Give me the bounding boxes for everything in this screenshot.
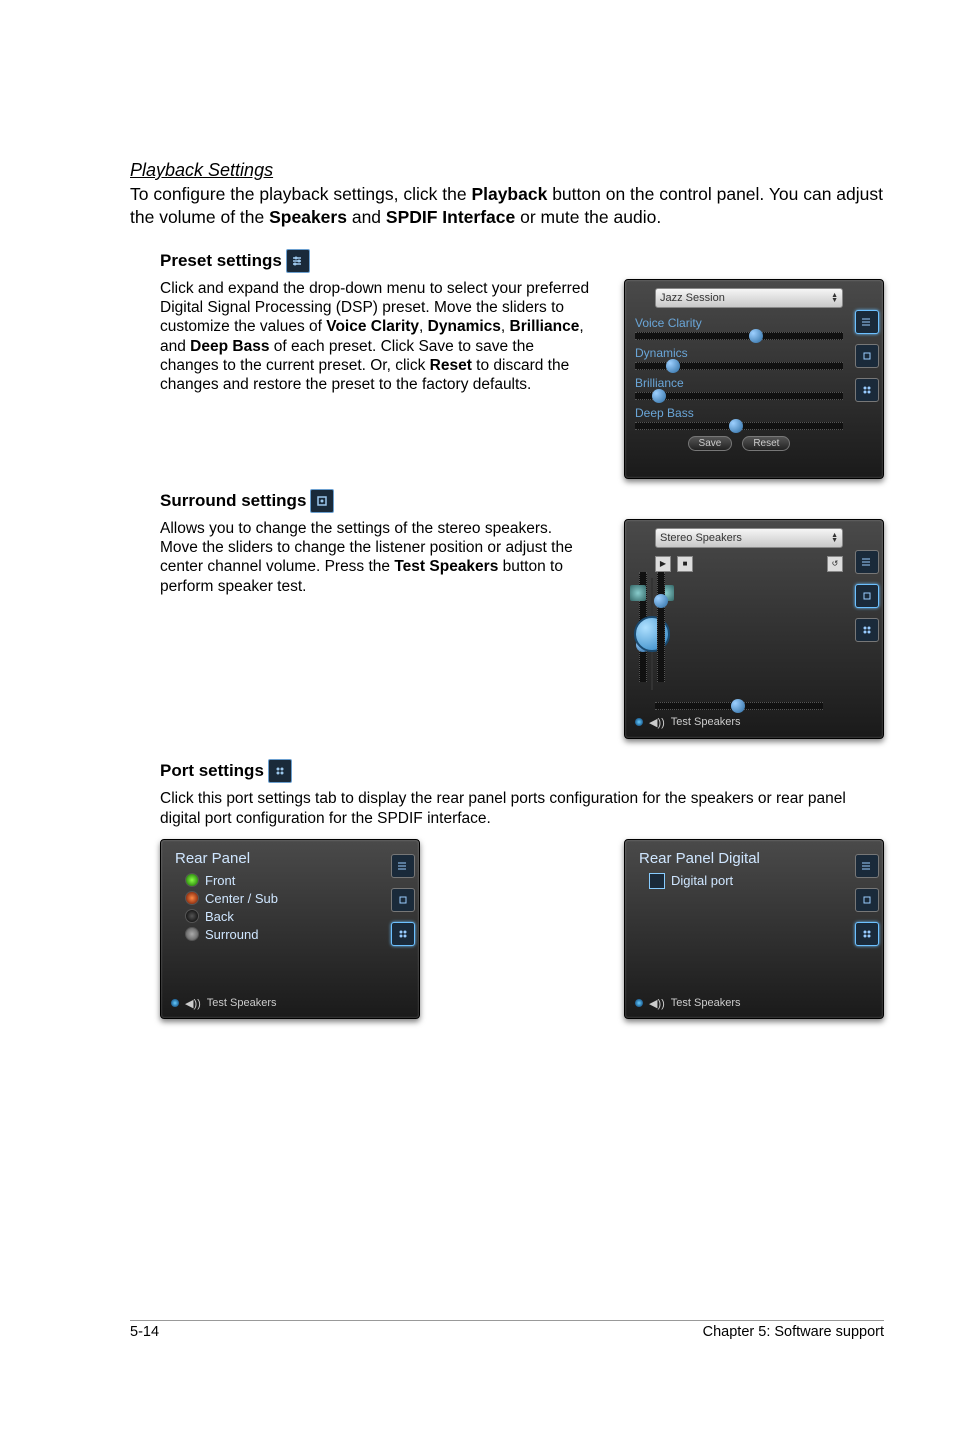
slider-voice[interactable]: [635, 332, 843, 340]
test-speakers-button[interactable]: Test Speakers: [207, 997, 277, 1009]
jack-grey-icon: [185, 927, 199, 941]
port-icon: [268, 759, 292, 783]
tab-preset-icon[interactable]: [855, 310, 879, 334]
jack-orange-icon: [185, 891, 199, 905]
preset-body: Click and expand the drop-down menu to s…: [160, 279, 594, 395]
port-item-center[interactable]: Center / Sub: [185, 891, 379, 906]
slider-bass[interactable]: [635, 422, 843, 430]
jack-green-icon: [185, 873, 199, 887]
intro-text: To configure the playback settings, clic…: [130, 184, 471, 204]
port-item-digital[interactable]: Digital port: [649, 873, 843, 889]
speaker-fr-icon: [630, 585, 646, 601]
dropdown-spinner-icon[interactable]: ▲▼: [831, 533, 838, 543]
jack-black-icon: [185, 909, 199, 923]
tab-preset-icon[interactable]: [391, 854, 415, 878]
rear-panel-digital: Rear Panel Digital Digital port ◀)) Test…: [624, 839, 884, 1019]
speaker-sound-icon: ◀)): [649, 997, 665, 1010]
page-footer: 5-14 Chapter 5: Software support: [130, 1320, 884, 1340]
save-button[interactable]: Save: [688, 436, 733, 451]
surround-bold: Test Speakers: [394, 558, 498, 575]
surround-panel: Stereo Speakers ▲▼ ▶ ■ ↺: [624, 519, 884, 739]
center-volume-slider[interactable]: [655, 702, 823, 710]
test-speakers-button[interactable]: Test Speakers: [671, 997, 741, 1009]
slider-label-dynamics: Dynamics: [635, 346, 843, 360]
stop-button[interactable]: ■: [677, 556, 693, 572]
play-button[interactable]: ▶: [655, 556, 671, 572]
tab-port-icon[interactable]: [855, 378, 879, 402]
tab-preset-icon[interactable]: [855, 854, 879, 878]
reset-button[interactable]: Reset: [742, 436, 790, 451]
status-led-icon: [635, 999, 643, 1007]
preset-bold: Dynamics: [428, 318, 501, 335]
port-item-surround[interactable]: Surround: [185, 927, 379, 942]
status-led-icon: [171, 999, 179, 1007]
port-item-back[interactable]: Back: [185, 909, 379, 924]
preset-heading: Preset settings: [160, 249, 884, 273]
preset-icon: [286, 249, 310, 273]
port-item-label: Center / Sub: [205, 891, 278, 906]
port-item-front[interactable]: Front: [185, 873, 379, 888]
page-number: 5-14: [130, 1324, 159, 1340]
slider-dynamics[interactable]: [635, 362, 843, 370]
loop-button[interactable]: ↺: [827, 556, 843, 572]
tab-surround-icon[interactable]: [855, 344, 879, 368]
tab-surround-icon[interactable]: [855, 888, 879, 912]
tab-preset-icon[interactable]: [855, 550, 879, 574]
preset-dropdown[interactable]: Jazz Session ▲▼: [655, 288, 843, 308]
port-item-label: Back: [205, 909, 234, 924]
intro-text: or mute the audio.: [515, 207, 661, 227]
preset-text: ,: [501, 318, 510, 335]
digital-port-icon: [649, 873, 665, 889]
tab-surround-icon[interactable]: [855, 584, 879, 608]
port-item-label: Front: [205, 873, 235, 888]
intro-paragraph: To configure the playback settings, clic…: [130, 183, 884, 229]
surround-heading: Surround settings: [160, 489, 884, 513]
tab-port-icon[interactable]: [855, 618, 879, 642]
tab-port-icon[interactable]: [391, 922, 415, 946]
speaker-sound-icon: ◀)): [185, 997, 201, 1010]
test-speakers-button[interactable]: Test Speakers: [671, 716, 741, 728]
preset-bold: Voice Clarity: [326, 318, 419, 335]
slider-label-voice: Voice Clarity: [635, 316, 843, 330]
rear-panel: Rear Panel Front Center / Sub Back Surro…: [160, 839, 420, 1019]
surround-dropdown[interactable]: Stereo Speakers ▲▼: [655, 528, 843, 548]
preset-panel: Jazz Session ▲▼ Voice Clarity Dynamics B…: [624, 279, 884, 479]
port-heading-label: Port settings: [160, 761, 264, 781]
section-title: Playback Settings: [130, 160, 884, 181]
intro-bold-speakers: Speakers: [269, 207, 347, 227]
tab-port-icon[interactable]: [855, 922, 879, 946]
rear-panel-title: Rear Panel: [175, 850, 379, 867]
preset-dropdown-label: Jazz Session: [660, 292, 725, 304]
slider-brilliance[interactable]: [635, 392, 843, 400]
rear-panel-digital-title: Rear Panel Digital: [639, 850, 843, 867]
surround-heading-label: Surround settings: [160, 491, 306, 511]
port-heading: Port settings: [160, 759, 884, 783]
surround-body: Allows you to change the settings of the…: [160, 519, 594, 597]
intro-text: and: [347, 207, 386, 227]
port-item-label: Digital port: [671, 873, 733, 888]
preset-bold: Deep Bass: [190, 338, 269, 355]
intro-bold-playback: Playback: [471, 184, 547, 204]
surround-dropdown-label: Stereo Speakers: [660, 532, 742, 544]
preset-text: ,: [419, 318, 428, 335]
dropdown-spinner-icon[interactable]: ▲▼: [831, 293, 838, 303]
surround-icon: [310, 489, 334, 513]
slider-label-bass: Deep Bass: [635, 406, 843, 420]
port-body: Click this port settings tab to display …: [160, 789, 884, 829]
preset-heading-label: Preset settings: [160, 251, 282, 271]
chapter-label: Chapter 5: Software support: [703, 1324, 884, 1340]
status-led-icon: [635, 718, 643, 726]
port-item-label: Surround: [205, 927, 258, 942]
preset-bold: Reset: [430, 357, 472, 374]
slider-label-brilliance: Brilliance: [635, 376, 843, 390]
right-vslider[interactable]: [657, 572, 665, 682]
intro-bold-spdif: SPDIF Interface: [386, 207, 515, 227]
tab-surround-icon[interactable]: [391, 888, 415, 912]
listener-grid[interactable]: [651, 578, 653, 690]
preset-bold: Brilliance: [510, 318, 580, 335]
speaker-sound-icon: ◀)): [649, 716, 665, 729]
